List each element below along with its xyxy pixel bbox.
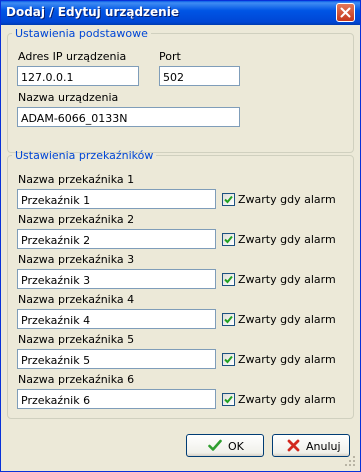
closed-on-alarm-label: Zwarty gdy alarm xyxy=(238,393,336,406)
closed-on-alarm-label: Zwarty gdy alarm xyxy=(238,273,336,286)
title-bar[interactable]: Dodaj / Edytuj urządzenie xyxy=(1,1,360,25)
relay-name-label: Nazwa przekaźnika 5 xyxy=(18,333,135,346)
checkmark-icon xyxy=(208,439,222,451)
device-name-input[interactable] xyxy=(17,107,240,127)
port-label: Port xyxy=(159,50,181,63)
closed-on-alarm-checkbox[interactable] xyxy=(222,353,235,366)
dialog-window: Dodaj / Edytuj urządzenie Ustawienia pod… xyxy=(0,0,361,472)
closed-on-alarm-label: Zwarty gdy alarm xyxy=(238,353,336,366)
port-input[interactable] xyxy=(159,66,240,86)
closed-on-alarm-checkbox[interactable] xyxy=(222,233,235,246)
relay-name-input[interactable] xyxy=(17,269,216,289)
checkmark-icon xyxy=(224,235,233,244)
closed-on-alarm-checkbox[interactable] xyxy=(222,393,235,406)
relay-name-input[interactable] xyxy=(17,389,216,409)
relay-settings-legend: Ustawienia przekaźników xyxy=(15,149,154,162)
ip-address-input[interactable] xyxy=(17,66,139,86)
closed-on-alarm-checkbox[interactable] xyxy=(222,193,235,206)
ok-button[interactable]: OK xyxy=(186,434,264,457)
relay-name-input[interactable] xyxy=(17,309,216,329)
device-name-label: Nazwa urządzenia xyxy=(18,91,119,104)
checkmark-icon xyxy=(224,195,233,204)
relay-name-label: Nazwa przekaźnika 6 xyxy=(18,373,135,386)
closed-on-alarm-label: Zwarty gdy alarm xyxy=(238,313,336,326)
resize-grip-icon[interactable] xyxy=(344,455,356,467)
window-title: Dodaj / Edytuj urządzenie xyxy=(6,5,179,19)
relay-name-input[interactable] xyxy=(17,349,216,369)
ip-address-label: Adres IP urządzenia xyxy=(18,50,127,63)
closed-on-alarm-label: Zwarty gdy alarm xyxy=(238,233,336,246)
close-button[interactable] xyxy=(336,3,355,22)
relay-name-label: Nazwa przekaźnika 1 xyxy=(18,173,135,186)
closed-on-alarm-checkbox[interactable] xyxy=(222,313,235,326)
close-icon xyxy=(340,7,351,18)
relay-name-label: Nazwa przekaźnika 4 xyxy=(18,293,135,306)
ok-button-label: OK xyxy=(228,440,244,453)
closed-on-alarm-checkbox[interactable] xyxy=(222,273,235,286)
checkmark-icon xyxy=(224,355,233,364)
relay-name-input[interactable] xyxy=(17,229,216,249)
relay-name-label: Nazwa przekaźnika 3 xyxy=(18,253,135,266)
x-mark-icon xyxy=(287,439,300,452)
checkmark-icon xyxy=(224,275,233,284)
cancel-button[interactable]: Anuluj xyxy=(272,434,350,457)
checkmark-icon xyxy=(224,395,233,404)
checkmark-icon xyxy=(224,315,233,324)
dialog-body: Ustawienia podstawowe Adres IP urządzeni… xyxy=(4,25,357,468)
relay-name-input[interactable] xyxy=(17,189,216,209)
closed-on-alarm-label: Zwarty gdy alarm xyxy=(238,193,336,206)
cancel-button-label: Anuluj xyxy=(306,440,341,453)
basic-settings-group: Ustawienia podstawowe xyxy=(7,27,354,153)
basic-settings-legend: Ustawienia podstawowe xyxy=(15,27,148,40)
relay-name-label: Nazwa przekaźnika 2 xyxy=(18,213,135,226)
